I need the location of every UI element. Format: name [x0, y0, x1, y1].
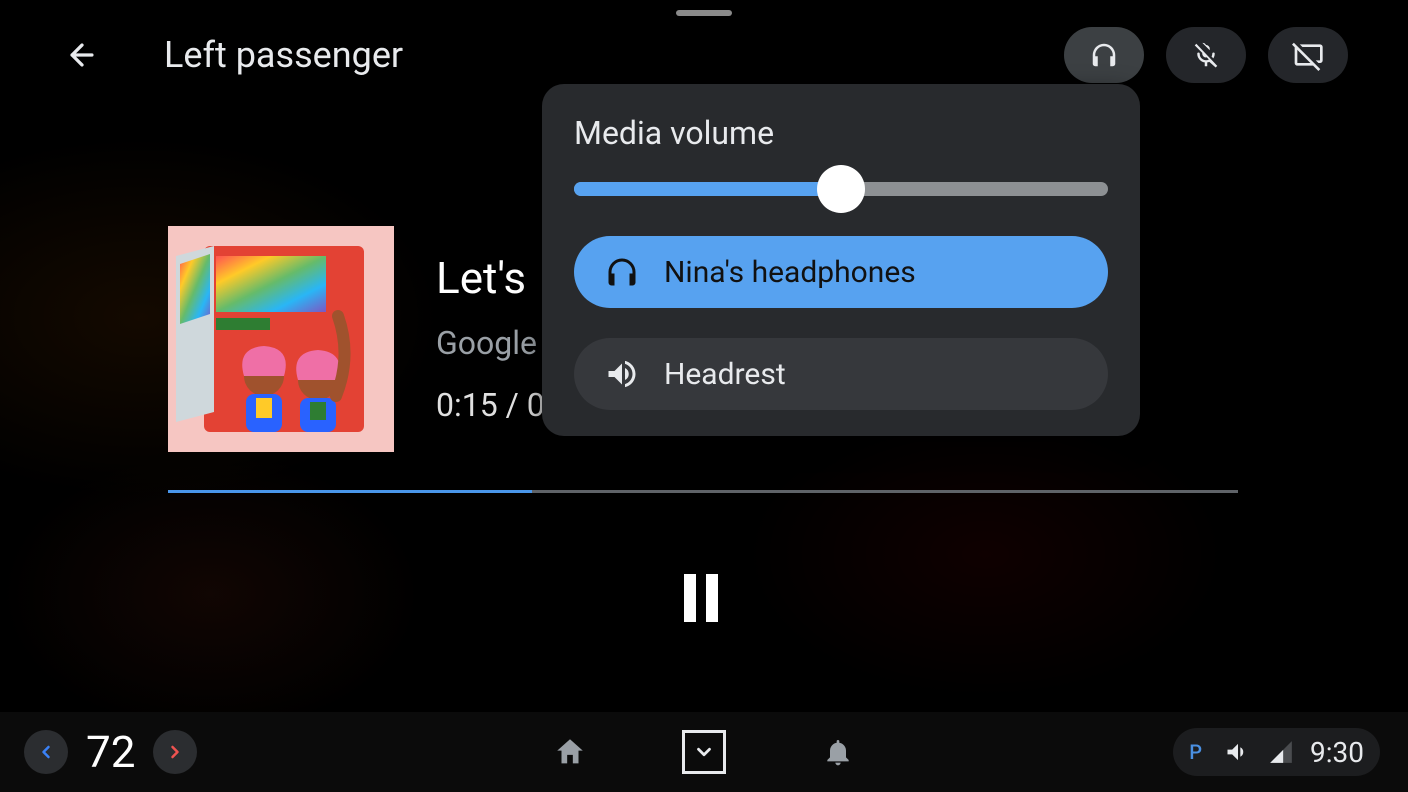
status-tray[interactable]: P 9:30	[1173, 728, 1380, 776]
track-artist: Google	[436, 324, 537, 362]
system-bar: 72 P 9:30	[0, 712, 1408, 792]
headphones-icon	[604, 254, 640, 290]
back-button[interactable]	[60, 33, 104, 77]
cast-off-icon	[1292, 39, 1324, 71]
track-title: Let's	[436, 252, 526, 304]
slider-fill	[574, 182, 841, 196]
screen: Left passenger	[0, 0, 1408, 792]
headphones-icon	[1089, 40, 1119, 70]
volume-icon	[1224, 738, 1252, 766]
temp-down-button[interactable]	[24, 730, 68, 774]
headphones-button[interactable]	[1064, 27, 1144, 83]
mic-off-button[interactable]	[1166, 27, 1246, 83]
mic-off-icon	[1191, 40, 1221, 70]
output-option-headrest[interactable]: Headrest	[574, 338, 1108, 410]
album-art-image	[168, 226, 394, 452]
header: Left passenger	[60, 26, 1348, 84]
album-art	[168, 226, 394, 452]
clock: 9:30	[1310, 736, 1364, 769]
signal-icon	[1268, 739, 1294, 765]
popover-title: Media volume	[574, 114, 1108, 152]
chevron-right-icon	[165, 742, 185, 762]
drag-handle[interactable]	[676, 10, 732, 16]
bell-icon	[822, 736, 854, 768]
pause-button[interactable]	[684, 574, 724, 622]
pause-icon	[706, 574, 718, 622]
volume-popover: Media volume Nina's headphones Headrest	[542, 84, 1140, 436]
notifications-button[interactable]	[820, 734, 856, 770]
progress-fill	[168, 490, 532, 493]
system-center	[552, 730, 856, 774]
chevron-down-icon	[693, 741, 715, 763]
output-option-label: Headrest	[664, 357, 786, 392]
header-actions	[1064, 27, 1348, 83]
temp-up-button[interactable]	[153, 730, 197, 774]
pause-icon	[684, 574, 696, 622]
output-option-headphones[interactable]: Nina's headphones	[574, 236, 1108, 308]
output-option-label: Nina's headphones	[664, 255, 916, 290]
speaker-icon	[604, 356, 640, 392]
slider-thumb[interactable]	[817, 165, 865, 213]
home-icon	[553, 735, 587, 769]
volume-slider[interactable]	[574, 178, 1108, 200]
temperature-value: 72	[86, 726, 135, 778]
arrow-back-icon	[65, 38, 99, 72]
chevron-left-icon	[36, 742, 56, 762]
page-title: Left passenger	[164, 34, 403, 76]
gear-indicator: P	[1183, 740, 1208, 764]
cast-off-button[interactable]	[1268, 27, 1348, 83]
track-time: 0:15 / 0	[436, 386, 545, 424]
home-button[interactable]	[552, 734, 588, 770]
app-drawer-button[interactable]	[682, 730, 726, 774]
